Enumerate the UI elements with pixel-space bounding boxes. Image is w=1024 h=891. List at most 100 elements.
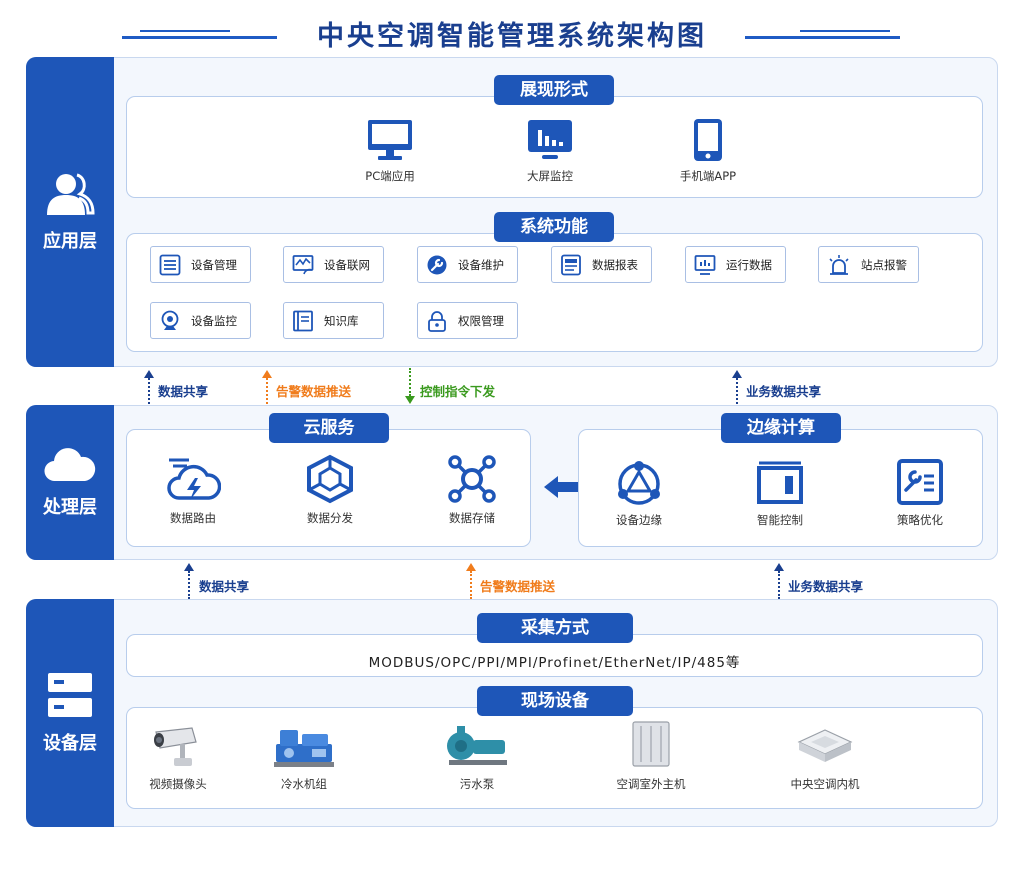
process-layer-label: 处理层 <box>43 496 97 518</box>
arrow-data-share-line <box>188 571 190 599</box>
title-decoration-right-thin <box>800 30 890 32</box>
hexagon-network-icon <box>307 454 353 504</box>
function-label: 设备维护 <box>458 257 504 272</box>
cctv-icon <box>154 727 197 766</box>
function-device-network[interactable]: 设备联网 <box>283 246 384 283</box>
app-layer-label: 应用层 <box>43 231 97 252</box>
device-layer-label: 设备层 <box>43 733 97 754</box>
arrow-control-cmd-label: 控制指令下发 <box>420 384 496 399</box>
monitor-icon <box>368 120 412 160</box>
field-item-label: 冷水机组 <box>281 777 327 791</box>
function-device-maintenance[interactable]: 设备维护 <box>417 246 518 283</box>
lock-icon <box>428 310 446 332</box>
arrow-alarm-push-label: 告警数据推送 <box>276 384 352 399</box>
field-item-cctv: 视频摄像头 <box>133 724 223 792</box>
cloud-item-label: 数据路由 <box>170 511 216 525</box>
control-box-icon <box>757 461 803 504</box>
cloud-item-label: 数据存储 <box>449 511 495 525</box>
outdoor-unit-icon <box>632 721 670 767</box>
app-layer-sidebar: 应用层 <box>26 57 114 367</box>
functions-tag: 系统功能 <box>494 212 614 242</box>
alarm-icon <box>829 254 849 275</box>
big-screen-icon <box>528 120 572 159</box>
device-layer-sidebar: 设备层 <box>26 599 114 827</box>
display-item-label: 手机端APP <box>679 169 737 183</box>
cloud-item-routing: 数据路由 <box>148 454 238 526</box>
function-data-report[interactable]: 数据报表 <box>551 246 652 283</box>
function-site-alarm[interactable]: 站点报警 <box>818 246 919 283</box>
field-item-label: 中央空调内机 <box>790 777 860 791</box>
function-label: 设备联网 <box>324 257 370 272</box>
field-item-outdoor-unit: 空调室外主机 <box>606 718 696 792</box>
display-item-bigscreen: 大屏监控 <box>505 118 595 184</box>
pump-icon <box>447 726 507 765</box>
network-icon <box>292 254 314 274</box>
edge-item-strategy: 策略优化 <box>875 458 965 528</box>
cloud-tag: 云服务 <box>269 413 389 443</box>
function-label: 知识库 <box>324 313 359 328</box>
book-icon <box>293 310 313 331</box>
function-run-data[interactable]: 运行数据 <box>685 246 786 283</box>
display-tag: 展现形式 <box>494 75 614 105</box>
strategy-icon <box>897 459 943 505</box>
field-item-label: 空调室外主机 <box>616 777 686 791</box>
arrow-up-head <box>184 563 194 571</box>
chiller-icon <box>274 730 334 767</box>
display-item-phone: 手机端APP <box>663 118 753 184</box>
edge-item-label: 策略优化 <box>897 513 943 527</box>
function-label: 数据报表 <box>592 257 638 272</box>
arrow-data-share-label: 数据共享 <box>158 384 209 399</box>
title-decoration-left-thin <box>140 30 230 32</box>
function-label: 设备监控 <box>191 313 237 328</box>
function-permission-management[interactable]: 权限管理 <box>417 302 518 339</box>
server-icon <box>48 673 92 717</box>
indoor-unit-icon <box>797 729 853 762</box>
field-item-chiller: 冷水机组 <box>259 722 349 792</box>
function-label: 站点报警 <box>861 257 907 272</box>
field-item-pump: 污水泵 <box>432 722 522 792</box>
page-title: 中央空调智能管理系统架构图 <box>317 21 707 52</box>
arrow-up-head <box>774 563 784 571</box>
cloud-item-storage: 数据存储 <box>427 454 517 526</box>
edge-item-label: 设备边缘 <box>616 513 662 527</box>
arrow-biz-share-label: 业务数据共享 <box>746 384 822 399</box>
function-label: 运行数据 <box>726 257 772 272</box>
display-item-pc: PC端应用 <box>345 118 435 184</box>
arrow-up-head <box>144 370 154 378</box>
field-tag: 现场设备 <box>477 686 633 716</box>
arrow-alarm-push-line <box>266 378 268 404</box>
arrow-alarm-push-label: 告警数据推送 <box>480 579 556 594</box>
edge-item-label: 智能控制 <box>757 513 803 527</box>
field-item-label: 视频摄像头 <box>149 777 207 791</box>
function-label: 权限管理 <box>458 313 504 328</box>
function-label: 设备管理 <box>191 257 237 272</box>
function-knowledge-base[interactable]: 知识库 <box>283 302 384 339</box>
cloud-bolt-icon <box>167 458 221 500</box>
wrench-icon <box>427 255 447 274</box>
display-item-label: 大屏监控 <box>527 169 573 183</box>
triangle-nodes-icon <box>618 461 660 505</box>
arrow-down-head <box>405 396 415 404</box>
arrow-up-head <box>732 370 742 378</box>
function-device-monitoring[interactable]: 设备监控 <box>150 302 251 339</box>
arrow-alarm-push-line <box>470 571 472 599</box>
field-item-indoor-unit: 中央空调内机 <box>780 722 870 792</box>
display-item-label: PC端应用 <box>365 169 415 183</box>
report-icon <box>561 254 581 275</box>
cloud-item-label: 数据分发 <box>307 511 353 525</box>
chart-monitor-icon <box>694 254 716 275</box>
arrow-biz-share-line <box>736 378 738 404</box>
function-device-management[interactable]: 设备管理 <box>150 246 251 283</box>
arrow-up-head <box>262 370 272 378</box>
arrow-data-share-line <box>148 378 150 404</box>
title-decoration-left <box>122 36 277 39</box>
nodes-icon <box>448 455 496 503</box>
arrow-data-share-label: 数据共享 <box>199 579 250 594</box>
phone-icon <box>694 119 722 161</box>
cloud-item-distribution: 数据分发 <box>285 454 375 526</box>
arrow-up-head <box>466 563 476 571</box>
arrow-biz-share-line <box>778 571 780 599</box>
camera-icon <box>161 310 179 330</box>
edge-tag: 边缘计算 <box>721 413 841 443</box>
process-layer-sidebar: 处理层 <box>26 405 114 560</box>
